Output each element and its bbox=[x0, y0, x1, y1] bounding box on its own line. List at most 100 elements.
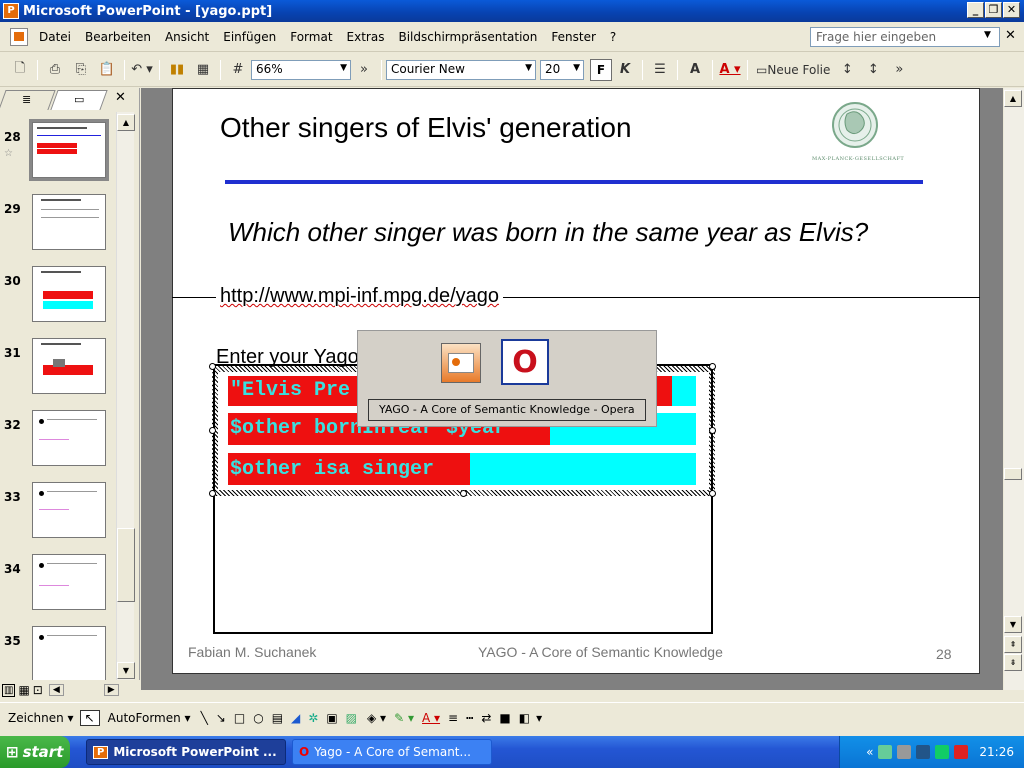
menu-fenster[interactable]: Fenster bbox=[544, 30, 603, 44]
network-icon[interactable] bbox=[878, 745, 893, 759]
slide-title[interactable]: Other singers of Elvis' generation bbox=[220, 112, 632, 144]
diagram-icon[interactable]: ✲ bbox=[308, 711, 318, 725]
italic-button[interactable]: K bbox=[613, 58, 637, 82]
clock[interactable]: 21:26 bbox=[979, 745, 1014, 759]
query-line-3[interactable]: $other isa singer bbox=[230, 455, 434, 485]
document-close-icon[interactable]: ✕ bbox=[1005, 28, 1016, 43]
scroll-thumb[interactable] bbox=[1004, 468, 1022, 480]
tab-slides[interactable]: ▭ bbox=[50, 90, 108, 110]
font-size-select[interactable]: 20 ▼ bbox=[540, 59, 584, 80]
paste-icon[interactable]: 📋 bbox=[95, 58, 119, 82]
scroll-down-icon[interactable]: ▼ bbox=[1004, 616, 1022, 633]
resize-handle[interactable] bbox=[709, 490, 716, 497]
slideshow-view-icon[interactable]: ⊡ bbox=[33, 683, 43, 697]
line-spacing-increase-icon[interactable]: ↕ bbox=[835, 58, 859, 82]
resize-handle[interactable] bbox=[460, 490, 467, 497]
toolbar-options-icon[interactable]: » bbox=[887, 58, 911, 82]
oval-icon[interactable]: ○ bbox=[253, 711, 263, 725]
slide-thumbnail[interactable]: 33 bbox=[4, 480, 114, 544]
picture-icon[interactable]: ▨ bbox=[346, 711, 357, 725]
menu-extras[interactable]: Extras bbox=[340, 30, 392, 44]
help-search-input[interactable]: Frage hier eingeben bbox=[810, 27, 1000, 47]
menu-format[interactable]: Format bbox=[283, 30, 339, 44]
slide-thumbnail[interactable]: 31 bbox=[4, 336, 114, 400]
opera-icon[interactable]: O bbox=[501, 339, 549, 385]
thumbnail-scrollbar[interactable]: ▲ ▼ bbox=[116, 112, 135, 686]
normal-view-icon[interactable]: ▥ bbox=[2, 683, 16, 697]
bold-button[interactable]: F bbox=[590, 58, 612, 81]
slide-thumbnail[interactable]: 35 bbox=[4, 624, 114, 688]
rectangle-icon[interactable]: □ bbox=[234, 711, 245, 725]
slide-url[interactable]: http://www.mpi-inf.mpg.de/yago bbox=[216, 285, 504, 308]
new-icon[interactable]: 🗋 bbox=[8, 58, 32, 82]
pane-close-icon[interactable]: ✕ bbox=[115, 90, 126, 105]
document-icon[interactable] bbox=[10, 27, 28, 46]
chart-icon[interactable]: ▮▮ bbox=[165, 58, 189, 82]
help-dropdown-icon[interactable]: ▼ bbox=[984, 30, 991, 40]
task-opera[interactable]: O Yago - A Core of Semant... bbox=[292, 739, 492, 765]
menu-ansicht[interactable]: Ansicht bbox=[158, 30, 216, 44]
clipart-icon[interactable]: ▣ bbox=[326, 711, 337, 725]
autoshapes-button[interactable]: AutoFormen ▾ bbox=[108, 711, 191, 725]
grow-font-icon[interactable]: A bbox=[683, 58, 707, 82]
resize-handle[interactable] bbox=[709, 363, 716, 370]
new-slide-button[interactable]: ▭ Neue Folie bbox=[753, 58, 833, 82]
slide-thumbnail[interactable]: 30 bbox=[4, 264, 114, 328]
tray-expand-icon[interactable]: « bbox=[866, 745, 873, 759]
font-color-draw-icon[interactable]: A ▾ bbox=[422, 711, 440, 725]
line-color-icon[interactable]: ✎ ▾ bbox=[394, 711, 414, 725]
scroll-right-icon[interactable]: ▶ bbox=[103, 684, 119, 696]
resize-handle[interactable] bbox=[209, 490, 216, 497]
antivirus-icon[interactable] bbox=[954, 745, 969, 759]
grid-icon[interactable]: # bbox=[226, 58, 250, 82]
tab-outline[interactable]: ≣ bbox=[0, 90, 56, 110]
line-icon[interactable]: ╲ bbox=[201, 711, 208, 725]
arrow-style-icon[interactable]: ⇄ bbox=[481, 711, 491, 725]
scroll-up-icon[interactable]: ▲ bbox=[117, 114, 135, 131]
font-color-icon[interactable]: A ▾ bbox=[718, 58, 742, 82]
table-icon[interactable]: ▦ bbox=[191, 58, 215, 82]
monitor-icon[interactable] bbox=[935, 745, 950, 759]
powerpoint-icon[interactable] bbox=[441, 343, 481, 383]
start-button[interactable]: ⊞ start bbox=[0, 736, 70, 768]
resize-handle[interactable] bbox=[209, 427, 216, 434]
menu-help[interactable]: ? bbox=[603, 30, 623, 44]
slide-thumbnail[interactable]: 28 ☆ bbox=[4, 119, 114, 184]
draw-menu-button[interactable]: Zeichnen ▾ bbox=[8, 711, 74, 725]
dash-style-icon[interactable]: ┅ bbox=[466, 711, 473, 725]
scroll-down-icon[interactable]: ▼ bbox=[117, 662, 135, 679]
menu-datei[interactable]: Datei bbox=[32, 30, 78, 44]
scroll-up-icon[interactable]: ▲ bbox=[1004, 90, 1022, 107]
scroll-left-icon[interactable]: ◀ bbox=[48, 684, 64, 696]
slide-question[interactable]: Which other singer was born in the same … bbox=[228, 217, 868, 248]
sorter-view-icon[interactable]: ▦ bbox=[18, 683, 29, 697]
textbox-icon[interactable]: ▤ bbox=[272, 711, 283, 725]
slide-thumbnail[interactable]: 34 bbox=[4, 552, 114, 616]
fill-color-icon[interactable]: ◈ ▾ bbox=[367, 711, 386, 725]
network-disconnected-icon[interactable] bbox=[897, 745, 912, 759]
menu-einfuegen[interactable]: Einfügen bbox=[216, 30, 283, 44]
close-button[interactable]: ✕ bbox=[1003, 2, 1020, 18]
restore-button[interactable]: ❐ bbox=[985, 2, 1002, 18]
minimize-button[interactable]: _ bbox=[967, 2, 984, 18]
zoom-select[interactable]: 66% ▼ bbox=[251, 59, 351, 80]
query-line-1[interactable]: "Elvis Pre bbox=[230, 376, 350, 406]
select-pointer-icon[interactable]: ↖ bbox=[79, 709, 100, 726]
more-chevron-icon[interactable]: » bbox=[352, 58, 376, 82]
undo-icon[interactable]: ↶ ▾ bbox=[130, 58, 154, 82]
resize-handle[interactable] bbox=[209, 363, 216, 370]
shadow-icon[interactable]: ■ bbox=[499, 711, 510, 725]
resize-handle[interactable] bbox=[709, 427, 716, 434]
scroll-thumb[interactable] bbox=[117, 528, 135, 602]
slide-scrollbar[interactable]: ▲ ▼ ⇞ ⇟ bbox=[1004, 88, 1024, 690]
slide-thumbnail[interactable]: 29 bbox=[4, 192, 114, 256]
line-spacing-decrease-icon[interactable]: ↕ bbox=[861, 58, 885, 82]
3d-icon[interactable]: ◧ bbox=[519, 711, 530, 725]
more-options-icon[interactable]: ▾ bbox=[536, 711, 542, 725]
wordart-icon[interactable]: ◢ bbox=[291, 711, 300, 725]
copy-icon[interactable]: ⎘ bbox=[69, 58, 93, 82]
arrow-icon[interactable]: ↘ bbox=[216, 711, 226, 725]
next-slide-icon[interactable]: ⇟ bbox=[1004, 654, 1022, 671]
menu-bearbeiten[interactable]: Bearbeiten bbox=[78, 30, 158, 44]
task-powerpoint[interactable]: P Microsoft PowerPoint ... bbox=[86, 739, 286, 765]
